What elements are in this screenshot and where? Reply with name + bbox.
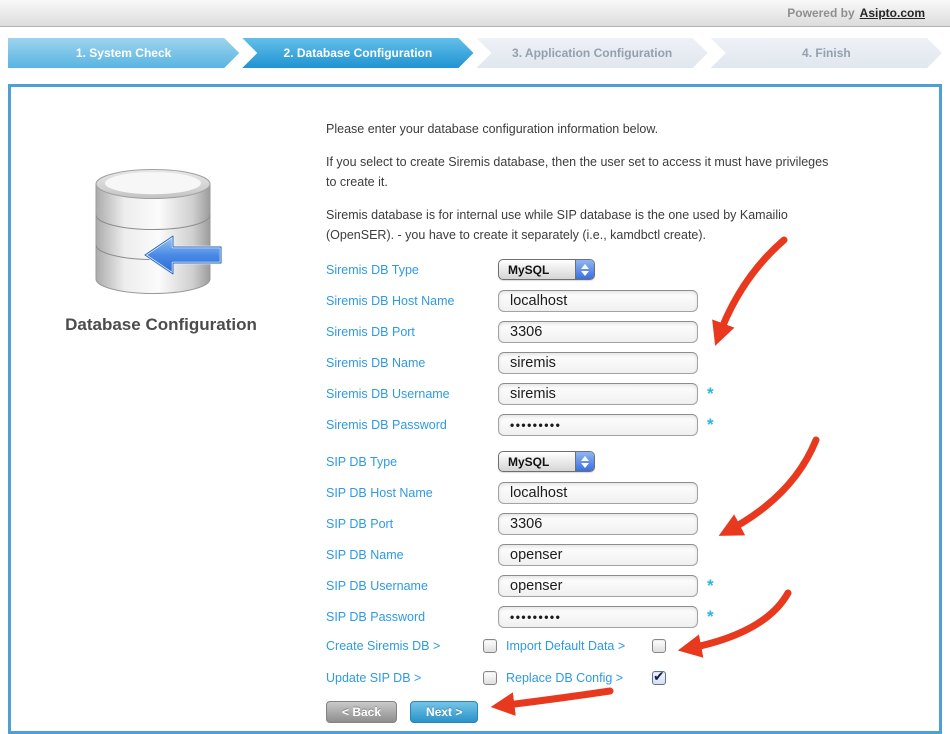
form-row: SIP DB Username * — [326, 575, 939, 597]
sip-db-username-label: SIP DB Username — [326, 579, 498, 593]
form-row: Siremis DB Username * — [326, 383, 939, 405]
sip-db-host-field[interactable] — [498, 482, 698, 504]
stepper-icon — [575, 260, 594, 279]
replace-db-config-checkbox[interactable] — [652, 671, 666, 685]
intro-text: Please enter your database configuration… — [326, 120, 939, 245]
form-row: Siremis DB Port — [326, 321, 939, 343]
intro-paragraph: If you select to create Siremis database… — [326, 153, 831, 192]
create-siremis-db-label: Create Siremis DB > — [326, 639, 483, 653]
siremis-db-password-field[interactable] — [498, 414, 698, 436]
create-siremis-db-checkbox[interactable] — [483, 639, 497, 653]
checkbox-row: Create Siremis DB > Import Default Data … — [326, 637, 939, 655]
siremis-db-username-label: Siremis DB Username — [326, 387, 498, 401]
step-application-configuration: 3. Application Configuration — [477, 38, 708, 68]
siremis-db-type-label: Siremis DB Type — [326, 263, 498, 277]
sip-db-name-label: SIP DB Name — [326, 548, 498, 562]
form-row: Siremis DB Type MySQL — [326, 259, 939, 281]
main-panel: Database Configuration Please enter your… — [8, 84, 942, 734]
sip-db-type-label: SIP DB Type — [326, 455, 498, 469]
siremis-db-name-label: Siremis DB Name — [326, 356, 498, 370]
stepper-icon — [575, 452, 594, 471]
asipto-link[interactable]: Asipto.com — [860, 6, 925, 20]
powered-by-text: Powered by — [787, 6, 854, 20]
form-row: Siremis DB Host Name — [326, 290, 939, 312]
siremis-db-password-label: Siremis DB Password — [326, 418, 498, 432]
select-value: MySQL — [499, 263, 575, 277]
next-button[interactable]: Next > — [410, 701, 478, 723]
step-label: 3. Application Configuration — [512, 46, 672, 60]
required-asterisk: * — [707, 577, 714, 594]
sip-db-password-label: SIP DB Password — [326, 610, 498, 624]
import-default-data-checkbox[interactable] — [652, 639, 666, 653]
form-row: SIP DB Name — [326, 544, 939, 566]
sip-db-type-select[interactable]: MySQL — [498, 451, 595, 472]
sip-db-name-field[interactable] — [498, 544, 698, 566]
database-icon — [93, 167, 229, 302]
siremis-db-host-field[interactable] — [498, 290, 698, 312]
page-title: Database Configuration — [11, 312, 311, 338]
select-value: MySQL — [499, 455, 575, 469]
update-sip-db-checkbox[interactable] — [483, 671, 497, 685]
siremis-db-username-field[interactable] — [498, 383, 698, 405]
sip-db-host-label: SIP DB Host Name — [326, 486, 498, 500]
required-asterisk: * — [707, 608, 714, 625]
sip-db-password-field[interactable] — [498, 606, 698, 628]
step-label: 2. Database Configuration — [284, 46, 433, 60]
button-row: < Back Next > — [326, 701, 939, 723]
checkbox-row: Update SIP DB > Replace DB Config > — [326, 669, 939, 687]
step-label: 4. Finish — [802, 46, 851, 60]
sip-db-username-field[interactable] — [498, 575, 698, 597]
siremis-db-port-field[interactable] — [498, 321, 698, 343]
content-column: Please enter your database configuration… — [311, 87, 939, 731]
siremis-db-port-label: Siremis DB Port — [326, 325, 498, 339]
form-row: SIP DB Password * — [326, 606, 939, 628]
siremis-db-type-select[interactable]: MySQL — [498, 259, 595, 280]
step-finish: 4. Finish — [711, 38, 942, 68]
database-config-form: Siremis DB Type MySQL Siremis DB Host Na… — [326, 259, 939, 723]
step-system-check[interactable]: 1. System Check — [8, 38, 239, 68]
required-asterisk: * — [707, 385, 714, 402]
top-bar: Powered by Asipto.com — [0, 0, 950, 27]
sip-db-port-field[interactable] — [498, 513, 698, 535]
required-asterisk: * — [707, 416, 714, 433]
intro-paragraph: Siremis database is for internal use whi… — [326, 206, 788, 245]
step-database-configuration[interactable]: 2. Database Configuration — [242, 38, 473, 68]
intro-paragraph: Please enter your database configuration… — [326, 120, 846, 139]
form-row: SIP DB Port — [326, 513, 939, 535]
update-sip-db-label: Update SIP DB > — [326, 671, 483, 685]
replace-db-config-label: Replace DB Config > — [506, 671, 652, 685]
left-column: Database Configuration — [11, 87, 311, 731]
import-default-data-label: Import Default Data > — [506, 639, 652, 653]
form-row: Siremis DB Password * — [326, 414, 939, 436]
form-row: Siremis DB Name — [326, 352, 939, 374]
form-row: SIP DB Host Name — [326, 482, 939, 504]
form-row: SIP DB Type MySQL — [326, 451, 939, 473]
step-label: 1. System Check — [76, 46, 171, 60]
sip-db-port-label: SIP DB Port — [326, 517, 498, 531]
back-button[interactable]: < Back — [326, 701, 397, 723]
siremis-db-name-field[interactable] — [498, 352, 698, 374]
siremis-db-host-label: Siremis DB Host Name — [326, 294, 498, 308]
wizard-steps: 1. System Check 2. Database Configuratio… — [8, 38, 942, 68]
